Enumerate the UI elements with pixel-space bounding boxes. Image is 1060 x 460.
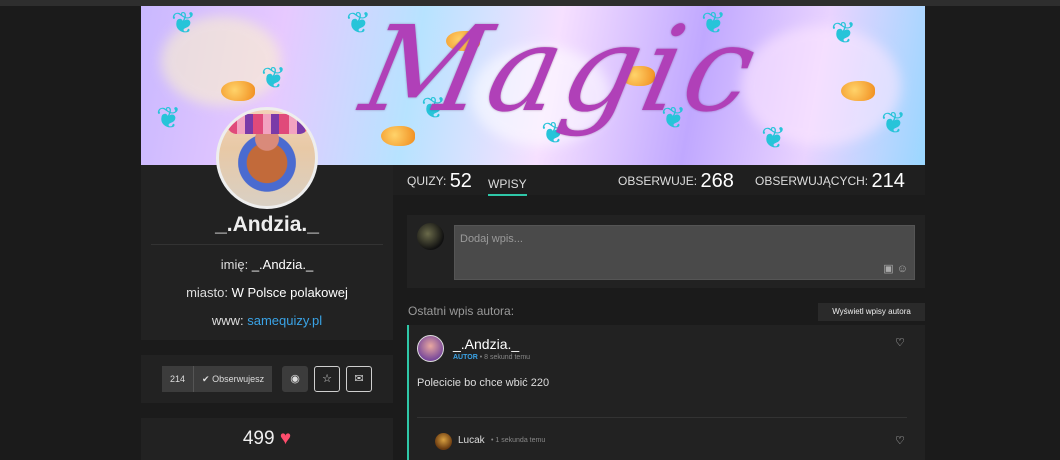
post-meta: AUTOR • 8 sekund temu: [453, 354, 530, 361]
reply-time-text: 1 sekunda temu: [495, 437, 546, 444]
reply-author-name[interactable]: Lucak: [458, 435, 485, 446]
followers-label: OBSERWUJĄCYCH:: [755, 174, 869, 188]
action-card: 214 ✔ Obserwujesz ◉ ☆ ✉: [141, 355, 393, 403]
reply-author-avatar[interactable]: [435, 433, 452, 450]
reply-heart-icon[interactable]: ♡: [895, 434, 905, 447]
emoji-icon[interactable]: ☺: [897, 263, 908, 275]
camera-icon[interactable]: ▣: [883, 263, 893, 275]
favorite-button[interactable]: ☆: [314, 366, 340, 392]
info-label: imię:: [220, 257, 249, 272]
butterfly-icon: ❦: [261, 62, 287, 95]
info-value: _.Andzia._: [251, 257, 314, 272]
likes-card: 499 ♥: [141, 418, 393, 460]
profile-avatar[interactable]: [216, 107, 318, 209]
flower-crown: [227, 114, 309, 134]
info-value: W Polsce polakowej: [231, 285, 348, 300]
likes-counter: 499 ♥: [141, 428, 393, 450]
info-label: miasto:: [186, 285, 228, 300]
website-link[interactable]: samequizy.pl: [247, 313, 322, 328]
goldfish-icon: [841, 81, 875, 101]
author-badge: AUTOR: [453, 354, 478, 361]
post-author-avatar[interactable]: [417, 335, 444, 362]
butterfly-icon: ❦: [171, 7, 197, 40]
divider: [417, 417, 907, 418]
followers-stat-count: 214: [871, 170, 905, 192]
following-label: OBSERWUJE:: [618, 174, 698, 188]
following-stat[interactable]: OBSERWUJE: 268: [618, 170, 734, 193]
butterfly-icon: ❦: [831, 17, 857, 50]
envelope-icon: ✉: [354, 373, 364, 385]
quizzes-stat[interactable]: QUIZY: 52: [407, 170, 472, 193]
butterfly-icon: ❦: [156, 102, 182, 135]
recent-post-label: Ostatni wpis autora:: [408, 304, 515, 318]
post-input-placeholder: Dodaj wpis...: [460, 233, 523, 245]
info-label: www:: [211, 313, 244, 328]
eye-button[interactable]: ◉: [282, 366, 308, 392]
tab-posts[interactable]: WPISY: [488, 177, 527, 196]
butterfly-icon: ❦: [346, 7, 372, 40]
eye-icon: ◉: [290, 373, 300, 385]
check-icon: ✔: [202, 374, 210, 384]
message-button[interactable]: ✉: [346, 366, 372, 392]
info-name-row: imię: _.Andzia._: [141, 257, 393, 272]
info-city-row: miasto: W Polsce polakowej: [141, 285, 393, 300]
heart-icon: ♥: [279, 428, 292, 449]
compose-card: Dodaj wpis... ▣ ☺: [407, 215, 925, 288]
followers-count: 214: [162, 366, 195, 392]
follow-button[interactable]: ✔ Obserwujesz: [194, 366, 273, 392]
follow-label: Obserwujesz: [212, 374, 265, 384]
post-author-name[interactable]: _.Andzia._: [453, 336, 519, 352]
banner-title: Magic: [351, 6, 772, 138]
user-avatar: [417, 223, 444, 250]
following-count: 268: [700, 170, 734, 192]
followers-stat[interactable]: OBSERWUJĄCYCH: 214: [755, 170, 905, 193]
input-icons: ▣ ☺: [883, 262, 908, 275]
post-text: Polecicie bo chce wbić 220: [417, 377, 550, 389]
likes-count: 499: [242, 428, 275, 449]
quizzes-count: 52: [449, 170, 472, 192]
post-card: _.Andzia._ AUTOR • 8 sekund temu ♡ Polec…: [407, 325, 925, 460]
post-time: 8 sekund temu: [484, 354, 531, 361]
like-heart-icon[interactable]: ♡: [895, 336, 905, 349]
butterfly-icon: ❦: [761, 122, 787, 155]
quizzes-label: QUIZY:: [407, 174, 447, 188]
reply-time: • 1 sekunda temu: [491, 437, 546, 444]
info-www-row: www: samequizy.pl: [141, 313, 393, 328]
profile-stats-bar: QUIZY: 52 WPISY OBSERWUJE: 268 OBSERWUJĄ…: [393, 165, 925, 196]
profile-username: _.Andzia._: [215, 213, 319, 236]
show-posts-button[interactable]: Wyświetl wpisy autora: [818, 303, 925, 321]
follow-button-group: 214 ✔ Obserwujesz: [162, 366, 273, 392]
post-input[interactable]: Dodaj wpis... ▣ ☺: [454, 225, 915, 280]
divider: [151, 244, 383, 245]
star-icon: ☆: [322, 373, 332, 385]
butterfly-icon: ❦: [881, 107, 907, 140]
goldfish-icon: [221, 81, 255, 101]
